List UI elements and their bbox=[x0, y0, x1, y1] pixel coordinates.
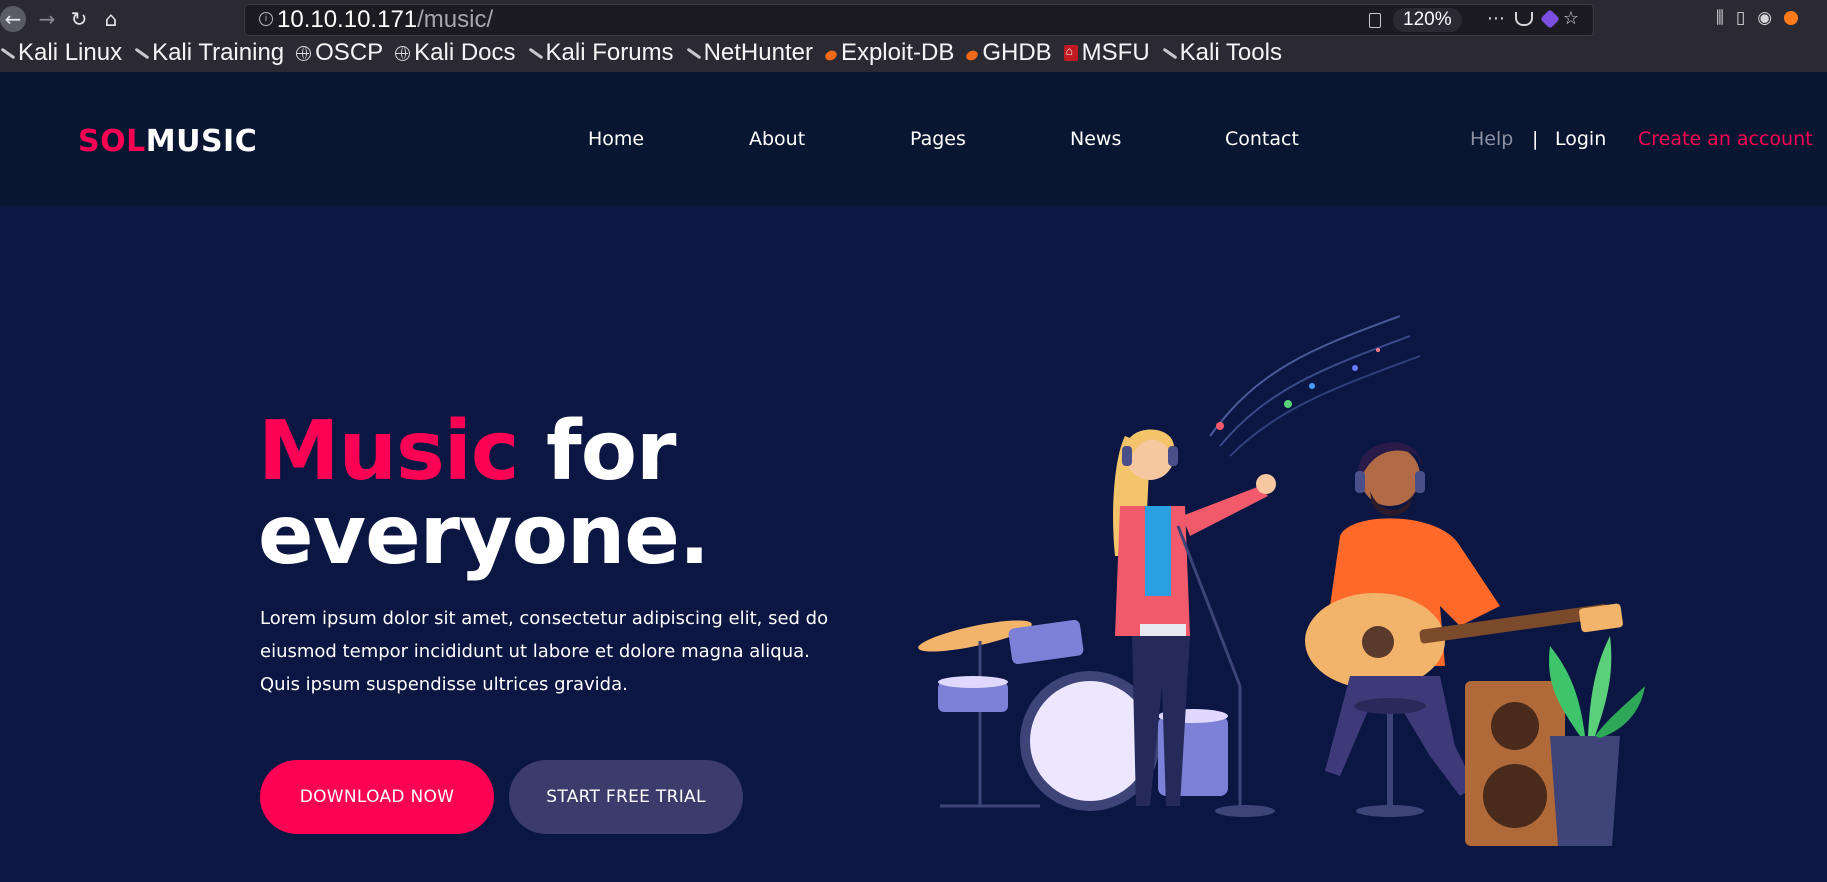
exploit-db-icon bbox=[964, 48, 980, 62]
reader-view-icon[interactable] bbox=[1369, 13, 1381, 28]
bookmark-kali-tools[interactable]: Kali Tools bbox=[1162, 39, 1282, 67]
browser-chrome: ← → ↻ ⌂ i 10.10.10.171/music/ 120% ⋯ ☆ ⫼▯… bbox=[0, 0, 1827, 72]
forward-arrow-icon[interactable]: → bbox=[34, 6, 60, 32]
home-icon[interactable]: ⌂ bbox=[98, 6, 124, 32]
bookmark-kali-docs[interactable]: Kali Docs bbox=[395, 39, 516, 67]
login-link[interactable]: Login bbox=[1555, 128, 1606, 150]
kali-dragon-icon bbox=[134, 46, 148, 60]
nav-home[interactable]: Home bbox=[588, 128, 644, 150]
download-now-button[interactable]: DOWNLOAD NOW bbox=[260, 760, 494, 834]
start-free-trial-button[interactable]: START FREE TRIAL bbox=[509, 760, 743, 834]
library-icon[interactable]: ⫼ bbox=[1716, 8, 1736, 28]
nav-news[interactable]: News bbox=[1070, 128, 1121, 150]
account-icon[interactable]: ◉ bbox=[1757, 8, 1784, 28]
more-actions-icon[interactable]: ⋯ bbox=[1487, 8, 1511, 29]
pocket-icon[interactable] bbox=[1514, 12, 1533, 26]
speaker-and-plant bbox=[1465, 636, 1645, 846]
sidebar-icon[interactable]: ▯ bbox=[1736, 8, 1757, 28]
firefox-menu-icon[interactable] bbox=[1784, 11, 1799, 25]
kali-dragon-icon bbox=[1162, 46, 1176, 60]
nav-separator: | bbox=[1532, 128, 1539, 150]
bookmarks-toolbar: Kali Linux Kali Training OSCP Kali Docs … bbox=[0, 38, 1294, 68]
bookmark-star-icon[interactable]: ☆ bbox=[1563, 8, 1585, 29]
site-logo[interactable]: SOLMUSIC bbox=[78, 124, 257, 159]
site-header: SOLMUSIC Home About Pages News Contact H… bbox=[0, 72, 1827, 206]
bookmark-kali-linux[interactable]: Kali Linux bbox=[0, 39, 122, 67]
kali-dragon-icon bbox=[686, 46, 700, 60]
bookmark-kali-training[interactable]: Kali Training bbox=[134, 39, 284, 67]
bookmark-nethunter[interactable]: NetHunter bbox=[686, 39, 813, 67]
bookmark-ghdb[interactable]: GHDB bbox=[964, 39, 1052, 67]
nav-pages[interactable]: Pages bbox=[910, 128, 966, 150]
bookmark-kali-forums[interactable]: Kali Forums bbox=[528, 39, 674, 67]
kali-dragon-icon bbox=[528, 46, 542, 60]
url-text[interactable]: 10.10.10.171/music/ bbox=[277, 6, 493, 34]
back-arrow-icon[interactable]: ← bbox=[0, 6, 26, 32]
bookmark-msfu[interactable]: MSFU bbox=[1063, 39, 1150, 67]
extension-icon[interactable] bbox=[1539, 9, 1560, 29]
bookmark-oscp[interactable]: OSCP bbox=[296, 39, 383, 67]
reload-icon[interactable]: ↻ bbox=[66, 6, 92, 32]
globe-icon bbox=[296, 45, 312, 61]
exploit-db-icon bbox=[823, 48, 839, 62]
hero-section: Music for everyone. Lorem ipsum dolor sit… bbox=[0, 206, 1827, 882]
nav-contact[interactable]: Contact bbox=[1225, 128, 1299, 150]
globe-icon bbox=[395, 45, 411, 61]
address-bar[interactable]: i 10.10.10.171/music/ 120% ⋯ ☆ bbox=[244, 4, 1594, 36]
toolbar-right: ⫼▯◉ bbox=[1716, 8, 1799, 28]
hero-headline: Music for everyone. bbox=[258, 404, 710, 583]
zoom-level[interactable]: 120% bbox=[1393, 8, 1462, 32]
kali-dragon-icon bbox=[0, 46, 14, 60]
hero-description: Lorem ipsum dolor sit amet, consectetur … bbox=[260, 608, 829, 695]
bookmark-exploit-db[interactable]: Exploit-DB bbox=[823, 39, 954, 67]
nav-about[interactable]: About bbox=[749, 128, 805, 150]
metasploit-icon bbox=[1063, 44, 1078, 61]
site-info-icon[interactable]: i bbox=[259, 12, 273, 26]
band-illustration bbox=[918, 315, 1645, 846]
create-account-link[interactable]: Create an account bbox=[1638, 128, 1813, 150]
help-link[interactable]: Help bbox=[1470, 128, 1513, 150]
page-actions: ⋯ ☆ bbox=[1487, 8, 1585, 29]
